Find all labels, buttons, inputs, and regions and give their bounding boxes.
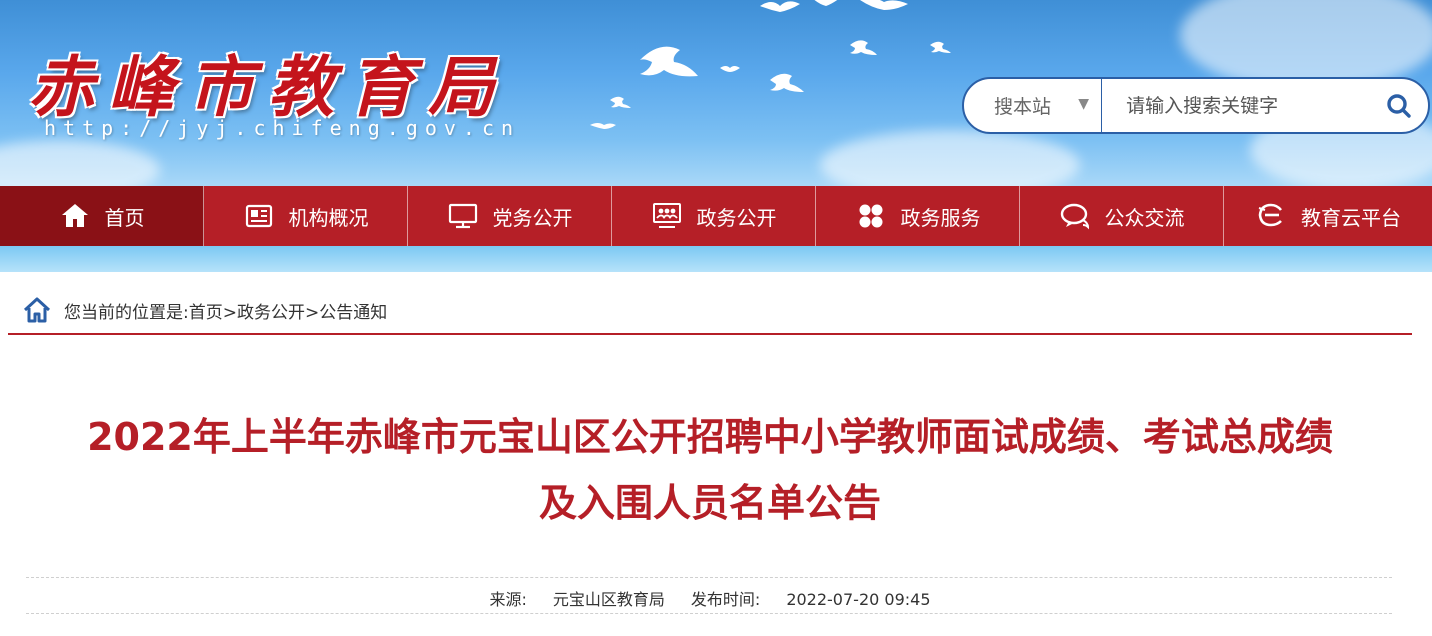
article-title-line-1: 2022年上半年赤峰市元宝山区公开招聘中小学教师面试成绩、考试总成绩: [87, 415, 1333, 459]
article-meta: 来源: 元宝山区教育局 发布时间: 2022-07-20 09:45: [8, 586, 1412, 610]
birds-decoration: [590, 0, 951, 129]
publish-time-value: 2022-07-20 09:45: [786, 590, 931, 609]
meta-divider-top: [26, 577, 1392, 578]
nav-item-label: 首页: [104, 205, 145, 230]
article-title-line-2: 及入围人员名单公告: [538, 481, 881, 525]
article-panel: 您当前的位置是:首页>政务公开>公告通知 2022年上半年赤峰市元宝山区公开招聘…: [8, 272, 1412, 636]
grid-icon: [859, 204, 882, 228]
nav-item-party-affairs[interactable]: 党务公开: [408, 186, 612, 246]
breadcrumb-prefix: 您当前的位置是:: [64, 302, 189, 323]
nav-item-label: 党务公开: [492, 205, 573, 230]
breadcrumb-divider: [8, 333, 1412, 335]
cloud-decoration: [0, 140, 160, 186]
monitor-icon: [448, 203, 477, 229]
publish-time-label: 发布时间:: [690, 590, 761, 609]
home-icon: [61, 204, 88, 227]
breadcrumb-link-announcements[interactable]: 公告通知: [319, 303, 387, 323]
breadcrumb: 您当前的位置是:首页>政务公开>公告通知: [22, 296, 387, 324]
site-url: http://jyj.chifeng.gov.cn: [44, 116, 521, 140]
home-outline-icon: [23, 297, 51, 323]
triangle-down-icon: ▼: [1078, 96, 1090, 112]
chat-icon: [1060, 203, 1089, 230]
nav-item-government-affairs[interactable]: 政务公开: [612, 186, 816, 246]
search-box: 搜本站 ▼: [962, 77, 1430, 134]
nav-item-label: 机构概况: [288, 205, 369, 230]
breadcrumb-link-home[interactable]: 首页: [189, 303, 223, 323]
meeting-icon: [652, 203, 681, 228]
nav-item-government-services[interactable]: 政务服务: [816, 186, 1020, 246]
cloud-e-icon: [1258, 203, 1283, 227]
main-nav: 首页 机构概况 党务公开 政务公开 政务服务 公众交流 教育云平台: [0, 186, 1432, 246]
search-scope-label: 搜本站: [994, 96, 1052, 118]
nav-item-organization[interactable]: 机构概况: [204, 186, 408, 246]
article-title: 2022年上半年赤峰市元宝山区公开招聘中小学教师面试成绩、考试总成绩 及入围人员…: [8, 404, 1412, 536]
search-input[interactable]: [1102, 79, 1370, 132]
breadcrumb-separator: >: [304, 302, 320, 323]
search-icon: [1386, 93, 1411, 118]
source-label: 来源:: [489, 590, 527, 609]
nav-item-public-exchange[interactable]: 公众交流: [1020, 186, 1224, 246]
nav-item-label: 政务公开: [696, 205, 777, 230]
source-value: 元宝山区教育局: [552, 590, 665, 609]
sky-strip: [0, 246, 1432, 272]
search-scope-select[interactable]: 搜本站 ▼: [964, 79, 1103, 132]
breadcrumb-separator: >: [222, 302, 237, 323]
search-button[interactable]: [1369, 79, 1428, 132]
nav-item-education-cloud[interactable]: 教育云平台: [1224, 186, 1432, 246]
nav-item-label: 公众交流: [1104, 205, 1185, 230]
breadcrumb-link-government-affairs[interactable]: 政务公开: [237, 303, 305, 323]
newspaper-icon: [245, 204, 272, 228]
nav-item-label: 政务服务: [900, 205, 981, 230]
meta-divider-bottom: [26, 613, 1392, 614]
nav-item-home[interactable]: 首页: [0, 186, 204, 246]
header-banner: 赤峰市教育局 http://jyj.chifeng.gov.cn 搜本站 ▼: [0, 0, 1432, 186]
nav-item-label: 教育云平台: [1301, 205, 1401, 230]
